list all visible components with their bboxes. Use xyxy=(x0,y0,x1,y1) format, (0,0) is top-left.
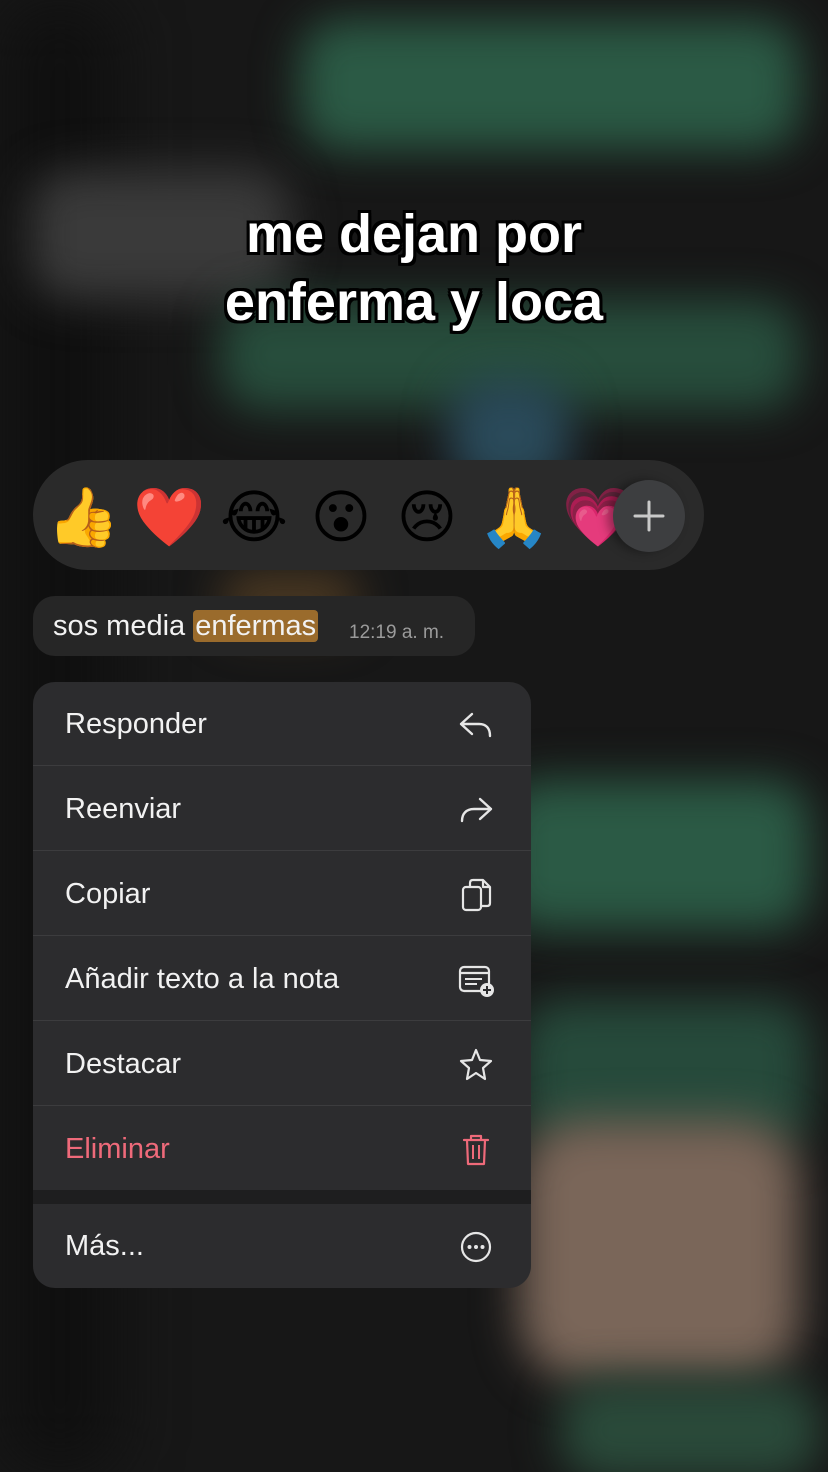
tears-of-joy-emoji[interactable]: 😂 xyxy=(219,482,289,552)
search-highlight: enfermas xyxy=(193,610,319,642)
menu-item-label: Eliminar xyxy=(65,1133,170,1165)
caption-line-2: enferma y loca xyxy=(224,272,604,332)
message-timestamp: 12:19 a. m. xyxy=(349,622,445,643)
menu-item-label: Destacar xyxy=(65,1048,182,1080)
video-caption: me dejan por enferma y loca xyxy=(0,200,828,336)
message-context-menu: Responder Reenviar Copiar Añadir texto a… xyxy=(33,682,531,1288)
menu-item-more[interactable]: Más... xyxy=(33,1204,531,1288)
menu-item-label: Responder xyxy=(65,708,207,740)
star-icon xyxy=(459,1048,493,1081)
forward-icon xyxy=(460,797,493,823)
menu-item-forward[interactable]: Reenviar xyxy=(33,767,531,851)
menu-item-copy[interactable]: Copiar xyxy=(33,852,531,936)
surprised-face-emoji[interactable]: 😮 xyxy=(306,482,376,552)
menu-item-label: Copiar xyxy=(65,878,151,910)
message-text: sos media enfermas xyxy=(53,608,319,644)
message-bubble[interactable]: sos media enfermas 12:19 a. m. xyxy=(33,596,475,656)
reply-icon xyxy=(459,712,492,738)
screen: me dejan por enferma y loca 👍 ❤️ 😂 😮 😢 🙏… xyxy=(0,0,828,1472)
more-reactions-button[interactable] xyxy=(613,480,685,552)
red-heart-emoji[interactable]: ❤️ xyxy=(133,482,205,552)
menu-item-reply[interactable]: Responder xyxy=(33,682,531,766)
crying-face-emoji[interactable]: 😢 xyxy=(392,482,462,552)
reaction-bar: 👍 ❤️ 😂 😮 😢 🙏 💗 xyxy=(33,460,704,570)
trash-icon xyxy=(462,1134,490,1166)
menu-item-label: Añadir texto a la nota xyxy=(65,963,340,995)
caption-line-1: me dejan por xyxy=(245,204,583,264)
background-blur xyxy=(500,780,810,930)
background-blur xyxy=(520,1120,800,1380)
menu-separator xyxy=(33,1190,531,1204)
menu-item-label: Más... xyxy=(65,1230,144,1262)
menu-item-add-to-note[interactable]: Añadir texto a la nota xyxy=(33,937,531,1021)
add-note-icon xyxy=(458,965,494,997)
thumbs-up-emoji[interactable]: 👍 xyxy=(47,482,119,552)
menu-item-label: Reenviar xyxy=(65,793,182,825)
background-blur xyxy=(300,20,800,150)
menu-item-star[interactable]: Destacar xyxy=(33,1022,531,1106)
copy-icon xyxy=(461,878,492,912)
plus-icon xyxy=(633,500,665,532)
message-text-plain: sos media xyxy=(53,610,194,642)
more-icon xyxy=(460,1231,492,1263)
background-blur xyxy=(560,1380,820,1472)
menu-item-delete[interactable]: Eliminar xyxy=(33,1107,531,1191)
folded-hands-emoji[interactable]: 🙏 xyxy=(478,482,550,552)
